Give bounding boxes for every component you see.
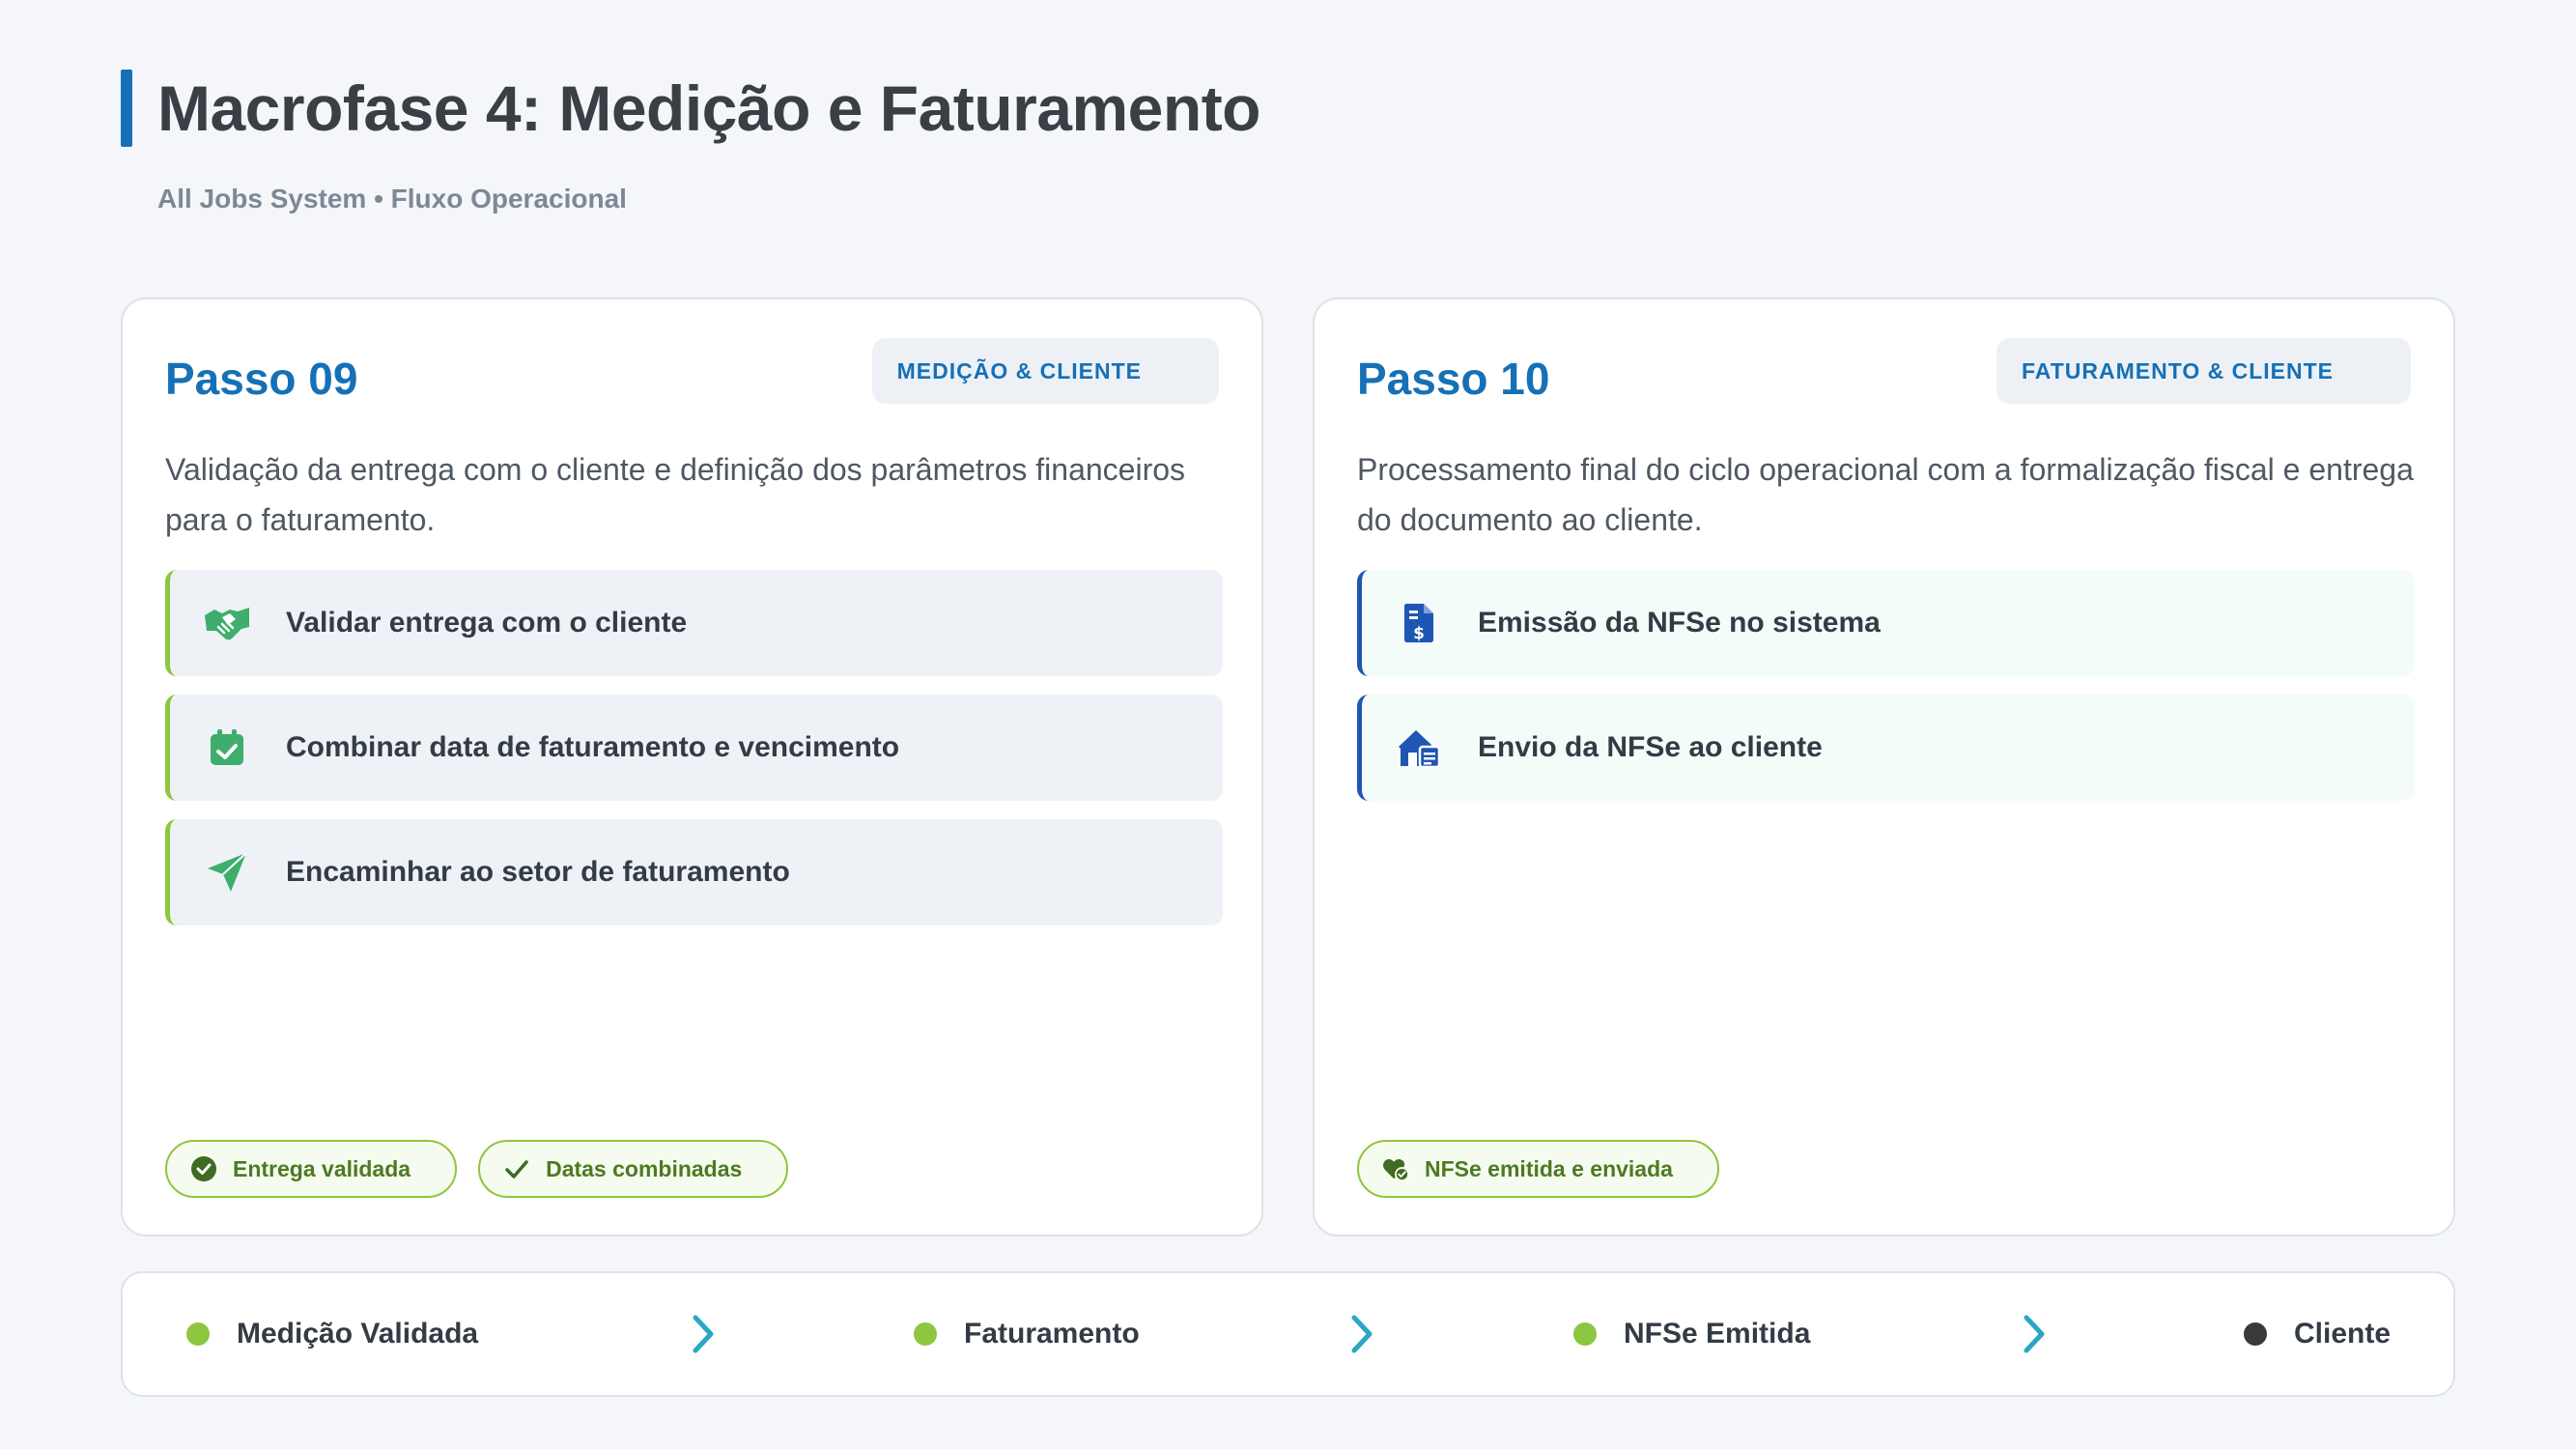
task-item[interactable]: $ Emissão da NFSe no sistema — [1357, 570, 2415, 676]
status-badges: Entrega validada Datas combinadas — [165, 1140, 789, 1198]
flow-step-label: Faturamento — [964, 1318, 1140, 1350]
chevron-right-icon — [1351, 1315, 1373, 1353]
category-tag: MEDIÇÃO & CLIENTE — [871, 338, 1219, 404]
status-dot — [2244, 1322, 2267, 1346]
page-title: Macrofase 4: Medição e Faturamento — [157, 72, 1261, 144]
check-icon — [503, 1155, 530, 1182]
chevron-right-icon — [693, 1315, 714, 1353]
task-label: Encaminhar ao setor de faturamento — [286, 856, 790, 888]
status-badges: NFSe emitida e enviada — [1357, 1140, 1719, 1198]
chevron-right-icon — [2024, 1315, 2045, 1353]
task-label: Emissão da NFSe no sistema — [1478, 607, 1881, 639]
flow-step-label: Cliente — [2294, 1318, 2392, 1350]
task-label: Combinar data de faturamento e venciment… — [286, 731, 900, 763]
handshake-icon — [199, 595, 255, 651]
flow-step-cliente: Cliente — [2244, 1273, 2391, 1395]
flow-step-faturamento: Faturamento — [914, 1273, 1140, 1395]
step-card-10: Passo 10 FATURAMENTO & CLIENTE Processam… — [1313, 298, 2455, 1236]
category-tag: FATURAMENTO & CLIENTE — [1996, 338, 2411, 404]
task-item[interactable]: Combinar data de faturamento e venciment… — [165, 695, 1223, 801]
svg-text:$: $ — [1413, 624, 1425, 643]
task-item[interactable]: Encaminhar ao setor de faturamento — [165, 819, 1223, 925]
calendar-check-icon — [199, 720, 255, 776]
badge-label: Entrega validada — [233, 1155, 411, 1181]
check-circle-icon — [190, 1155, 217, 1182]
step-title: Passo 09 — [165, 354, 358, 404]
task-label: Validar entrega com o cliente — [286, 607, 688, 639]
flow-step-label: Medição Validada — [237, 1318, 479, 1350]
status-dot — [1573, 1322, 1597, 1346]
flow-step-nfse: NFSe Emitida — [1573, 1273, 1810, 1395]
flow-step-label: NFSe Emitida — [1624, 1318, 1811, 1350]
task-item[interactable]: Envio da NFSe ao cliente — [1357, 695, 2415, 801]
page-subtitle: All Jobs System • Fluxo Operacional — [157, 184, 627, 213]
task-list: $ Emissão da NFSe no sistema Envio da NF… — [1357, 570, 2415, 819]
status-dot — [914, 1322, 937, 1346]
badge-label: NFSe emitida e enviada — [1425, 1155, 1673, 1181]
task-label: Envio da NFSe ao cliente — [1478, 731, 1823, 763]
step-title: Passo 10 — [1357, 354, 1550, 404]
step-description: Validação da entrega com o cliente e def… — [165, 452, 1186, 537]
task-list: Validar entrega com o cliente Combinar d… — [165, 570, 1223, 944]
house-document-icon — [1391, 720, 1447, 776]
status-badge: NFSe emitida e enviada — [1357, 1140, 1719, 1198]
status-dot — [186, 1322, 210, 1346]
invoice-dollar-icon: $ — [1391, 595, 1447, 651]
step-description: Processamento final do ciclo operacional… — [1357, 452, 2414, 537]
status-badge: Datas combinadas — [478, 1140, 789, 1198]
heart-check-icon — [1382, 1155, 1409, 1182]
process-flow-bar: Medição Validada Faturamento NFSe Emitid… — [121, 1271, 2455, 1397]
title-accent-bar — [121, 70, 132, 147]
status-badge: Entrega validada — [165, 1140, 458, 1198]
paper-plane-icon — [199, 844, 255, 900]
flow-step-medicao: Medição Validada — [186, 1273, 478, 1395]
task-item[interactable]: Validar entrega com o cliente — [165, 570, 1223, 676]
step-card-09: Passo 09 MEDIÇÃO & CLIENTE Validação da … — [121, 298, 1263, 1236]
badge-label: Datas combinadas — [546, 1155, 743, 1181]
